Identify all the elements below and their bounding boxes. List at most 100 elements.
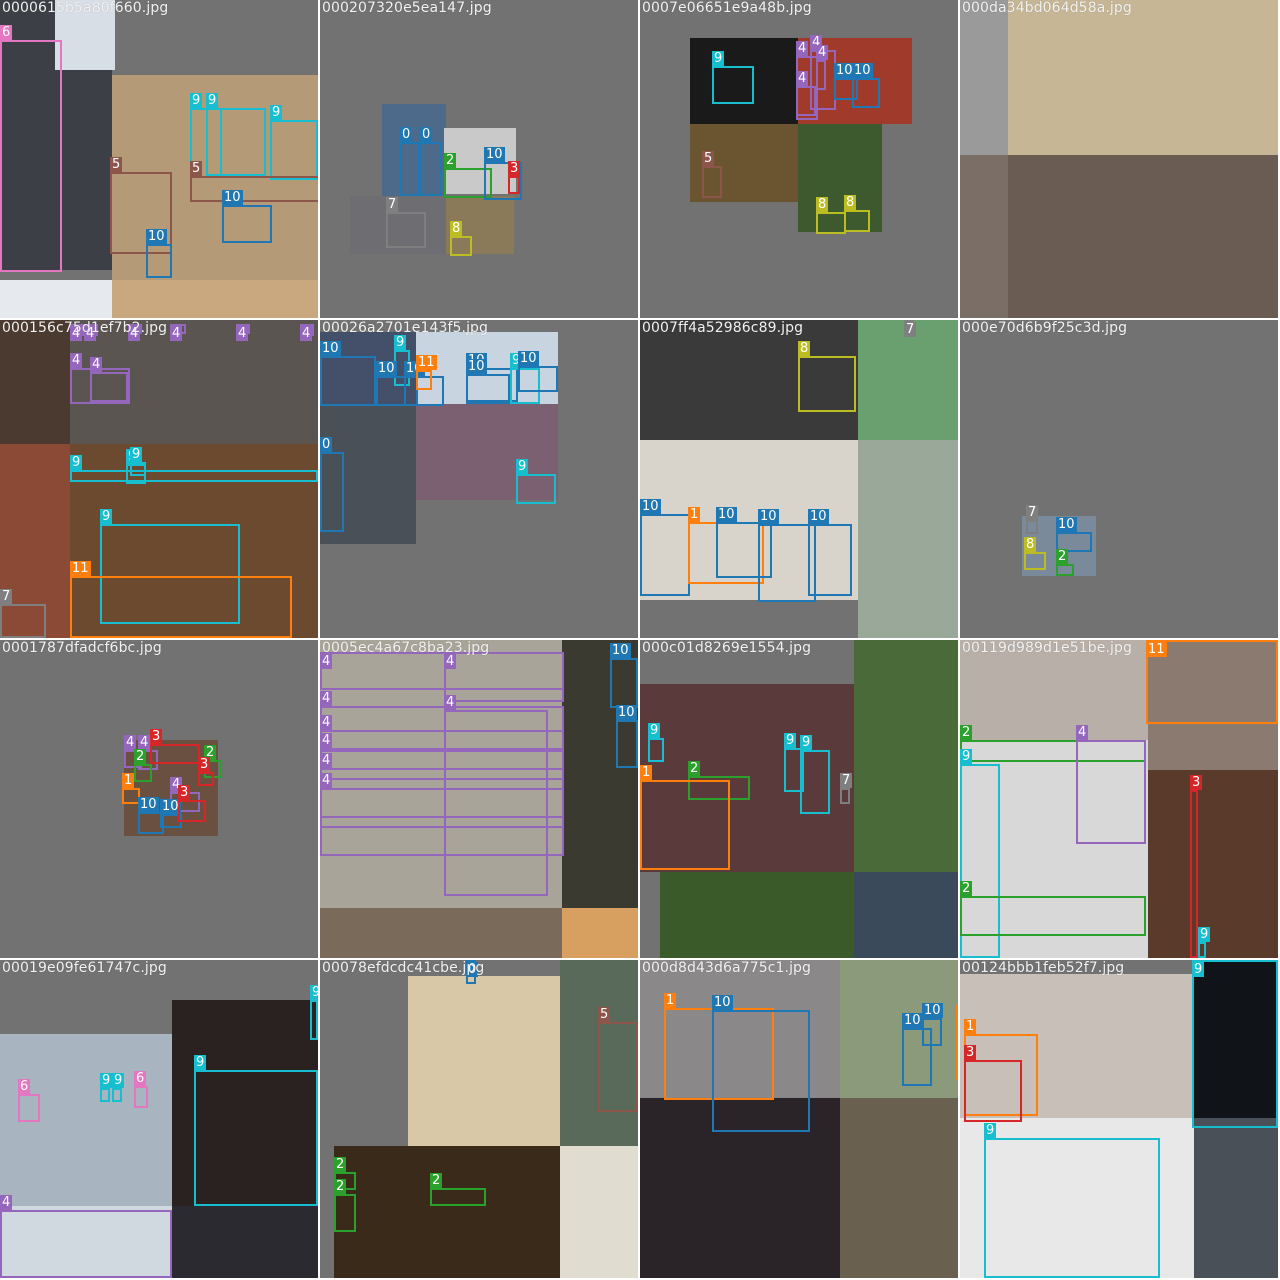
tile-filename: 000156c75d1ef7b2.jpg — [2, 320, 168, 336]
class-label: 9 — [194, 1055, 207, 1070]
class-label: 9 — [1198, 927, 1211, 942]
class-label: 8 — [816, 197, 829, 212]
mosaic-tile: 8 7 10 1 10 10 10 0007ff4a52986c89.jpg — [640, 320, 958, 638]
class-label: 4 — [0, 1195, 13, 1210]
mosaic-tile: 9 2 1 9 9 7 000c01d8269e1554.jpg — [640, 640, 958, 958]
class-label: 10 — [466, 359, 487, 374]
class-label: 4 — [90, 357, 103, 372]
class-label: 10 — [610, 643, 631, 658]
class-label: 8 — [450, 221, 463, 236]
class-label: 9 — [960, 749, 973, 764]
class-label: 3 — [198, 757, 211, 772]
tile-filename: 000da34bd064d58a.jpg — [962, 0, 1132, 16]
class-label: 2 — [960, 881, 973, 896]
bounding-box: 9 — [648, 723, 664, 762]
class-label: 1 — [688, 507, 701, 522]
bounding-box: 7 — [386, 197, 426, 248]
class-label: 4 — [1076, 725, 1089, 740]
class-label: 5 — [190, 161, 203, 176]
class-label: 4 — [320, 715, 333, 730]
bounding-box: 5 — [702, 151, 722, 198]
class-label: 4 — [796, 71, 809, 86]
bounding-box: 9 — [984, 1123, 1160, 1278]
class-label: 10 — [808, 509, 829, 524]
photo-patch — [858, 320, 958, 440]
class-label: 4 — [300, 326, 313, 341]
photo-patch — [1008, 0, 1278, 155]
class-label: 9 — [130, 447, 143, 462]
class-label: 1 — [640, 765, 653, 780]
bounding-box: 3 — [1190, 775, 1203, 958]
bounding-box: 9 — [310, 985, 318, 1040]
photo-patch — [1194, 1118, 1278, 1278]
class-label: 2 — [334, 1179, 347, 1194]
class-label: 2 — [444, 153, 457, 168]
tile-filename: 0007e06651e9a48b.jpg — [642, 0, 812, 16]
class-label: 9 — [648, 723, 661, 738]
tile-filename: 000c01d8269e1554.jpg — [642, 640, 812, 656]
class-label: 7 — [1026, 505, 1039, 520]
class-label: 7 — [386, 197, 399, 212]
bounding-box: 10 — [222, 190, 272, 243]
class-label: 9 — [100, 509, 113, 524]
class-label: 4 — [320, 691, 333, 706]
class-label: 9 — [712, 51, 725, 66]
bounding-box: 10 — [320, 341, 376, 406]
tile-filename: 00026a2701e143f5.jpg — [322, 320, 489, 336]
class-label: 6 — [0, 25, 13, 40]
mosaic-tile: 6 9 9 6 9 9 4 00019e09fe61747c.jpg — [0, 960, 318, 1278]
photo-patch — [112, 280, 318, 318]
photo-patch — [172, 1206, 318, 1278]
photo-patch — [854, 872, 958, 958]
bounding-box: 10 — [640, 499, 690, 596]
bounding-box: 1 — [640, 765, 730, 870]
bounding-box: 9 — [1198, 927, 1211, 958]
class-label: 7 — [840, 773, 853, 788]
tile-filename: 000e70d6b9f25c3d.jpg — [962, 320, 1128, 336]
class-label: 5 — [702, 151, 715, 166]
bounding-box: 9 — [100, 1073, 113, 1102]
bounding-box: 4 — [796, 71, 816, 116]
class-label: 9 — [100, 1073, 113, 1088]
mosaic-tile: 9 4 4 4 10 10 4 5 8 8 0007e06651e9a48b.jpg — [640, 0, 958, 318]
class-label: 3 — [964, 1045, 977, 1060]
bounding-box: 2 — [134, 749, 152, 782]
mosaic-tile: 11 2 4 9 3 2 9 00119d989d1e51be.jpg — [960, 640, 1278, 958]
class-label: 0 — [400, 127, 413, 142]
class-label: 9 — [310, 985, 318, 1000]
class-label: 4 — [816, 45, 829, 60]
bounding-box: 4 — [236, 324, 250, 341]
class-label: 6 — [134, 1071, 147, 1086]
bounding-box: 9 — [516, 459, 556, 504]
class-label: 10 — [758, 509, 779, 524]
class-label: 10 — [146, 229, 167, 244]
class-label: 4 — [444, 695, 457, 710]
mosaic-tile: 4 4 3 2 2 3 1 4 10 10 3 0001787dfadcf6bc.jpg — [0, 640, 318, 958]
bounding-box: 6 — [18, 1079, 40, 1122]
class-label: 2 — [134, 749, 147, 764]
mosaic-grid: 6 5 9 9 9 5 10 10 0000615b5a80f660.jpg 0 0 2 10 3 7 8 00… — [0, 0, 1280, 1280]
class-label: 10 — [1056, 517, 1077, 532]
class-label: 9 — [516, 459, 529, 474]
bounding-box: 4 — [444, 695, 548, 896]
class-label: 10 — [712, 995, 733, 1010]
bounding-box: 10 — [712, 995, 810, 1132]
class-label: 4 — [170, 326, 183, 341]
class-label: 11 — [1146, 642, 1167, 657]
class-label: 4 — [138, 735, 151, 750]
mosaic-tile: 7 10 8 2 000e70d6b9f25c3d.jpg — [960, 320, 1278, 638]
class-label: 4 — [320, 773, 333, 788]
bounding-box: 5 — [598, 1007, 638, 1112]
bounding-box: 7 — [840, 773, 853, 804]
bounding-box: 9 — [800, 735, 830, 814]
class-label: 4 — [320, 753, 333, 768]
bounding-box: 9 — [712, 51, 754, 104]
bounding-box: 4 — [0, 1195, 172, 1278]
class-label: 4 — [236, 326, 249, 341]
bounding-box: 2 — [334, 1179, 356, 1232]
class-label: 3 — [178, 785, 191, 800]
class-label: 9 — [800, 735, 813, 750]
bounding-box: 4 — [1076, 725, 1146, 844]
class-label: 2 — [430, 1173, 443, 1188]
bounding-box: 8 — [816, 197, 846, 234]
